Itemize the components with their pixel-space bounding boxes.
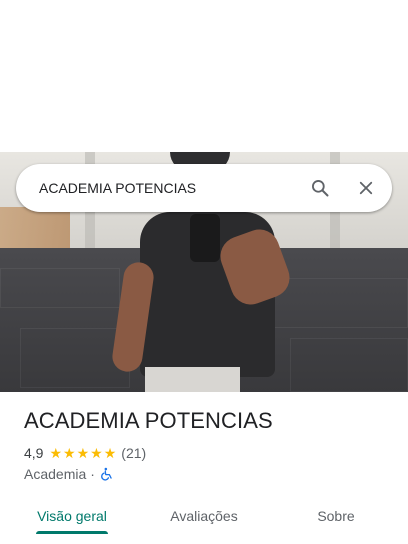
search-icon <box>312 180 329 197</box>
map-top-area <box>0 0 408 152</box>
tabs: Visão geral Avaliações Sobre <box>0 496 408 536</box>
search-bar[interactable]: ACADEMIA POTENCIAS <box>16 164 392 212</box>
close-button[interactable] <box>346 168 386 208</box>
tab-about[interactable]: Sobre <box>264 496 408 536</box>
close-icon <box>359 181 373 195</box>
rating-value: 4,9 <box>24 445 44 461</box>
category-row: Academia · <box>24 465 114 483</box>
tab-reviews[interactable]: Avaliações <box>144 496 264 536</box>
star-icon: ★ <box>103 445 117 461</box>
photo-shorts <box>145 367 240 392</box>
photo-boxes <box>0 207 70 252</box>
star-icon: ★ <box>76 445 90 461</box>
rating-row[interactable]: 4,9 ★ ★ ★ ★ ★ (21) <box>24 444 146 462</box>
separator: · <box>90 466 95 482</box>
tab-overview[interactable]: Visão geral <box>0 496 144 536</box>
photo-phone <box>190 214 220 262</box>
search-query[interactable]: ACADEMIA POTENCIAS <box>39 180 300 196</box>
star-rating: ★ ★ ★ ★ ★ <box>49 446 116 460</box>
place-title: ACADEMIA POTENCIAS <box>24 408 273 433</box>
star-icon: ★ <box>63 445 76 461</box>
wheelchair-icon <box>100 467 114 481</box>
star-icon: ★ <box>90 445 103 461</box>
star-icon: ★ <box>49 445 63 461</box>
reviews-count[interactable]: (21) <box>121 445 146 461</box>
search-button[interactable] <box>300 168 340 208</box>
place-category[interactable]: Academia <box>24 466 86 482</box>
